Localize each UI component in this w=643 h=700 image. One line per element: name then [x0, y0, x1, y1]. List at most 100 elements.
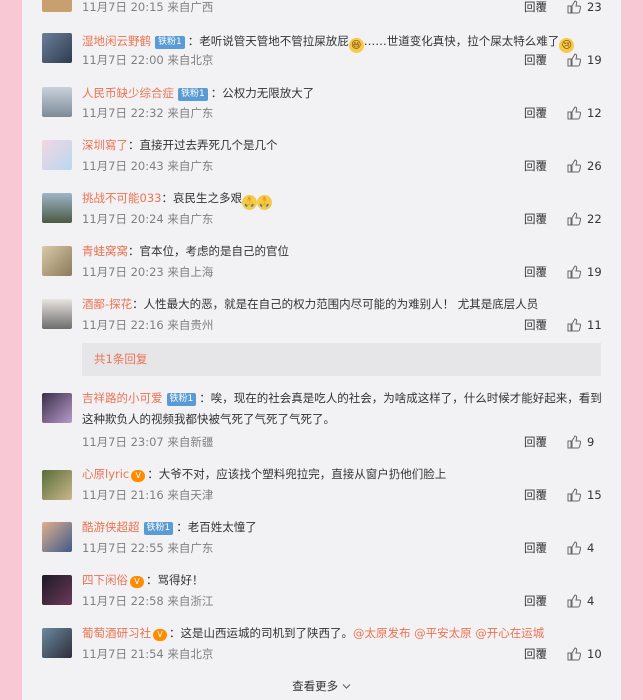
comment-meta: 11月7日 20:24 来自广东 — [82, 212, 214, 226]
comment-panel: 11月7日 20:15 来自广西 回覆 23 湿地闲云野鹤 铁粉1 ：老听说管天管地… — [22, 0, 621, 700]
comment-meta: 11月7日 22:00 来自北京 — [82, 53, 214, 67]
thumbs-up-icon — [567, 488, 582, 502]
username-link[interactable]: 人民币缺少综合症 — [82, 86, 174, 100]
like-count: 19 — [587, 53, 602, 67]
comment-meta: 11月7日 22:32 来自广东 — [82, 106, 214, 120]
like-button[interactable]: 15 — [567, 487, 602, 503]
thumbs-up-icon — [567, 265, 582, 279]
avatar[interactable] — [42, 299, 72, 329]
comment-text: 心原lyric V ：大爷不对，应该找个塑料兜拉完，直接从窗户扔他们脸上 — [82, 467, 447, 482]
like-button[interactable]: 19 — [567, 264, 602, 280]
thumbs-up-icon — [567, 318, 582, 332]
username-link[interactable]: 四下闲俗 — [82, 573, 128, 587]
mention-links[interactable]: @太原发布 @平安太原 @开心在运城 — [353, 626, 544, 640]
reply-button[interactable]: 回覆 — [524, 317, 547, 333]
comment-meta: 11月7日 20:15 来自广西 — [82, 0, 214, 14]
comment-text: 深圳寫了：直接开过去弄死几个是几个 — [82, 138, 278, 152]
thumbs-up-icon — [567, 106, 582, 120]
thumbs-up-icon — [567, 159, 582, 173]
username-link[interactable]: 酷游侠超超 — [82, 520, 140, 534]
thumbs-up-icon — [567, 0, 582, 14]
like-button[interactable]: 4 — [567, 593, 594, 609]
like-button[interactable]: 26 — [567, 158, 602, 174]
avatar[interactable] — [42, 193, 72, 223]
avatar[interactable] — [42, 628, 72, 658]
like-button[interactable]: 23 — [567, 0, 602, 15]
thumbs-up-icon — [567, 53, 582, 67]
like-count: 22 — [587, 212, 602, 226]
username-link[interactable]: 挑战不可能033 — [82, 191, 161, 205]
like-count: 11 — [587, 318, 602, 332]
reply-button[interactable]: 回覆 — [524, 105, 547, 121]
avatar[interactable] — [42, 522, 72, 552]
comment-text: 青蛙窝窝：官本位，考虑的是自己的官位 — [82, 244, 289, 258]
reply-button[interactable]: 回覆 — [524, 540, 547, 556]
comment-text: 酒鄙-探花：人性最大的恶，就是在自己的权力范围内尽可能的为难别人！ 尤其是底层人… — [82, 297, 539, 311]
avatar[interactable] — [42, 87, 72, 117]
chevron-down-icon — [342, 684, 351, 689]
like-count: 4 — [587, 541, 595, 555]
like-count: 23 — [587, 0, 602, 14]
vip-icon: V — [131, 470, 146, 482]
avatar[interactable] — [42, 140, 72, 170]
comment-text: 四下闲俗 V ：骂得好！ — [82, 573, 204, 588]
comment-meta: 11月7日 20:43 来自广东 — [82, 159, 214, 173]
comment-meta: 11月7日 23:07 来自新疆 — [82, 435, 214, 449]
comment-meta: 11月7日 21:16 来自天津 — [82, 488, 214, 502]
fan-badge: 铁粉1 — [178, 88, 208, 101]
like-button[interactable]: 9 — [567, 434, 594, 450]
like-button[interactable]: 22 — [567, 211, 602, 227]
comment-text: 挑战不可能033：哀民生之多艰🙏 🙏 — [82, 191, 272, 210]
like-button[interactable]: 4 — [567, 540, 594, 556]
username-link[interactable]: 心原lyric — [82, 467, 129, 481]
avatar[interactable] — [42, 575, 72, 605]
thumbs-up-icon — [567, 647, 582, 661]
fan-badge: 铁粉1 — [143, 522, 174, 535]
like-button[interactable]: 19 — [567, 52, 602, 68]
reply-button[interactable]: 回覆 — [524, 0, 547, 15]
reply-button[interactable]: 回覆 — [524, 211, 547, 227]
thumbs-up-icon — [567, 435, 582, 449]
like-count: 19 — [587, 265, 602, 279]
comment-text: 吉祥路的小可爱 铁粉1 ：唉，现在的社会真是吃人的社会，为啥成这样了，什么时候才能好… — [82, 391, 602, 426]
reply-button[interactable]: 回覆 — [524, 646, 547, 662]
load-more-button[interactable]: 查看更多 — [22, 678, 621, 694]
username-link[interactable]: 葡萄酒研习社 — [82, 626, 151, 640]
comment-meta: 11月7日 22:58 来自浙江 — [82, 594, 214, 608]
comment-meta: 11月7日 21:54 来自北京 — [82, 647, 214, 661]
reply-button[interactable]: 回覆 — [524, 52, 547, 68]
reply-button[interactable]: 回覆 — [524, 434, 547, 450]
like-count: 9 — [587, 435, 595, 449]
avatar[interactable] — [42, 246, 72, 276]
avatar[interactable] — [42, 393, 72, 423]
username-link[interactable]: 湿地闲云野鹤 — [82, 34, 151, 48]
username-link[interactable]: 深圳寫了 — [82, 138, 128, 152]
avatar[interactable] — [42, 33, 72, 63]
comment-meta: 11月7日 20:23 来自上海 — [82, 265, 214, 279]
reply-button[interactable]: 回覆 — [524, 158, 547, 174]
reply-button[interactable]: 回覆 — [524, 593, 547, 609]
reply-button[interactable]: 回覆 — [524, 487, 547, 503]
like-count: 15 — [587, 488, 602, 502]
avatar[interactable] — [42, 470, 72, 500]
reply-button[interactable]: 回覆 — [524, 264, 547, 280]
thumbs-up-icon — [567, 212, 582, 226]
laugh-emoji-icon: 😆 — [348, 38, 364, 53]
like-button[interactable]: 12 — [567, 105, 602, 121]
username-link[interactable]: 酒鄙-探花 — [82, 297, 132, 311]
like-count: 26 — [587, 159, 602, 173]
avatar[interactable] — [42, 0, 72, 12]
comment-text: 葡萄酒研习社 V ：这是山西运城的司机到了陕西了。@太原发布 @平安太原 @开心在运… — [82, 626, 545, 641]
fan-badge: 铁粉1 — [155, 36, 185, 49]
like-button[interactable]: 10 — [567, 646, 602, 662]
comment-meta: 11月7日 22:16 来自贵州 — [82, 318, 214, 332]
username-link[interactable]: 吉祥路的小可爱 — [82, 391, 163, 405]
pray-emoji-icon: 🙏 — [241, 195, 257, 210]
like-button[interactable]: 11 — [567, 317, 602, 333]
username-link[interactable]: 青蛙窝窝 — [82, 244, 128, 258]
thumbs-up-icon — [567, 594, 582, 608]
comment-text: 湿地闲云野鹤 铁粉1 ：老听说管天管地不管拉屎放屁 😆 ……世道变化真快，拉个屎太特么难… — [82, 30, 611, 53]
view-replies-link[interactable]: 共1条回复 — [82, 343, 601, 376]
like-count: 10 — [587, 647, 602, 661]
vip-icon: V — [153, 629, 167, 641]
